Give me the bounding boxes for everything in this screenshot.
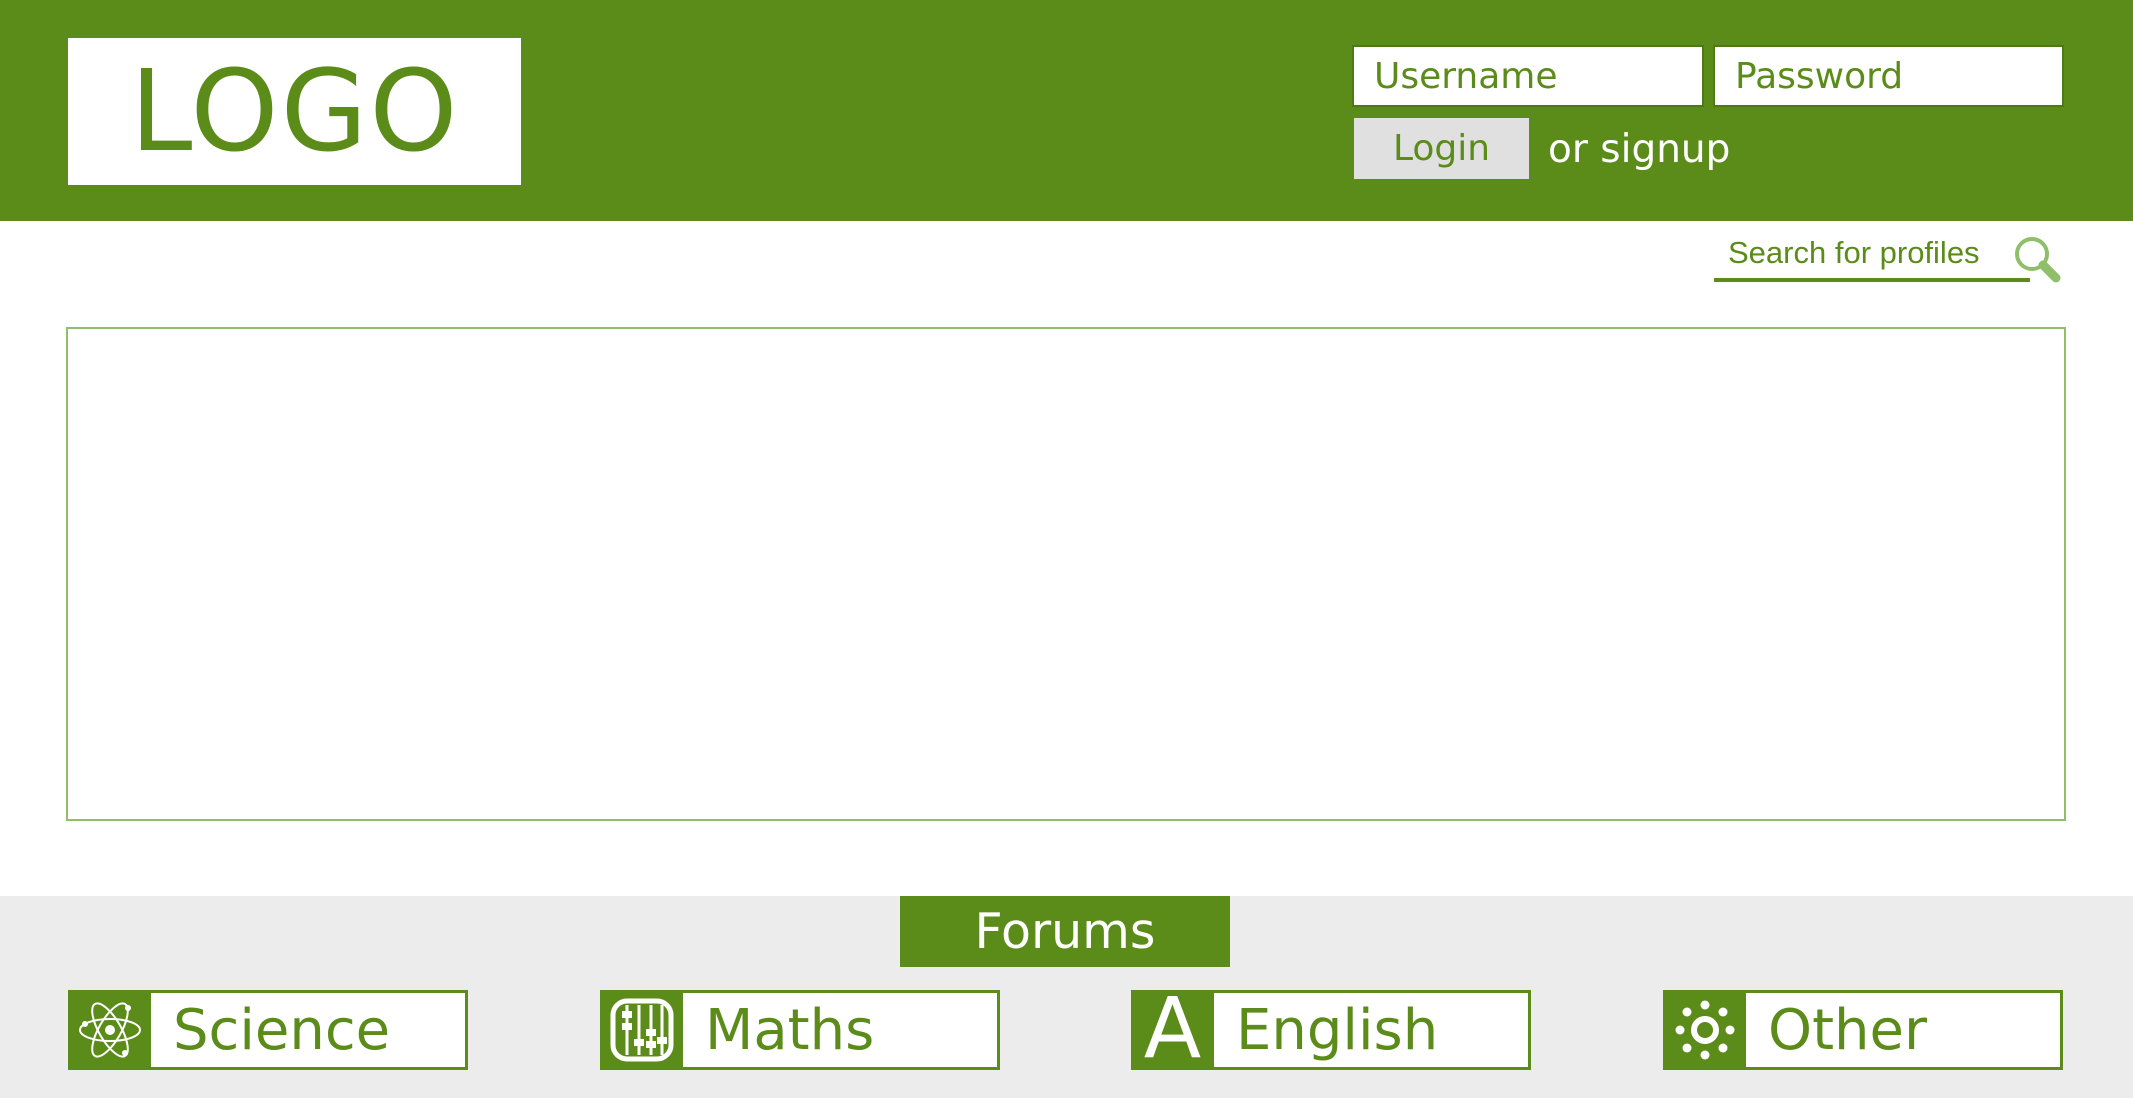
atom-icon [68, 990, 151, 1070]
logo[interactable]: LOGO [68, 38, 521, 185]
letter-a-glyph: A [1143, 979, 1202, 1077]
password-placeholder: Password [1735, 55, 1904, 97]
header-bar: LOGO Username Password Login or signup [0, 0, 2133, 221]
forums-heading: Forums [900, 896, 1230, 967]
search-icon[interactable] [2012, 234, 2062, 284]
sun-icon [1663, 990, 1746, 1070]
username-placeholder: Username [1374, 55, 1558, 97]
username-field[interactable]: Username [1352, 45, 1704, 107]
search-placeholder: Search for profiles [1728, 235, 1980, 270]
forum-category-other[interactable]: Other [1663, 990, 2063, 1070]
letter-a-icon: A [1131, 986, 1214, 1070]
main-content-panel [66, 327, 2066, 821]
abacus-icon [600, 990, 683, 1070]
forum-category-label: Other [1768, 997, 1928, 1063]
password-field[interactable]: Password [1713, 45, 2064, 107]
signup-link[interactable]: or signup [1548, 120, 1730, 178]
forum-category-maths[interactable]: Maths [600, 990, 1000, 1070]
forum-category-label: Science [173, 997, 391, 1063]
profile-search-input[interactable]: Search for profiles [1714, 228, 2030, 282]
forum-category-label: Maths [705, 997, 875, 1063]
logo-text: LOGO [130, 46, 460, 177]
login-button-label: Login [1392, 128, 1491, 169]
forum-category-english[interactable]: A English [1131, 986, 1531, 1070]
login-button[interactable]: Login [1354, 118, 1529, 179]
forum-category-label: English [1236, 997, 1439, 1063]
forum-category-science[interactable]: Science [68, 990, 468, 1070]
